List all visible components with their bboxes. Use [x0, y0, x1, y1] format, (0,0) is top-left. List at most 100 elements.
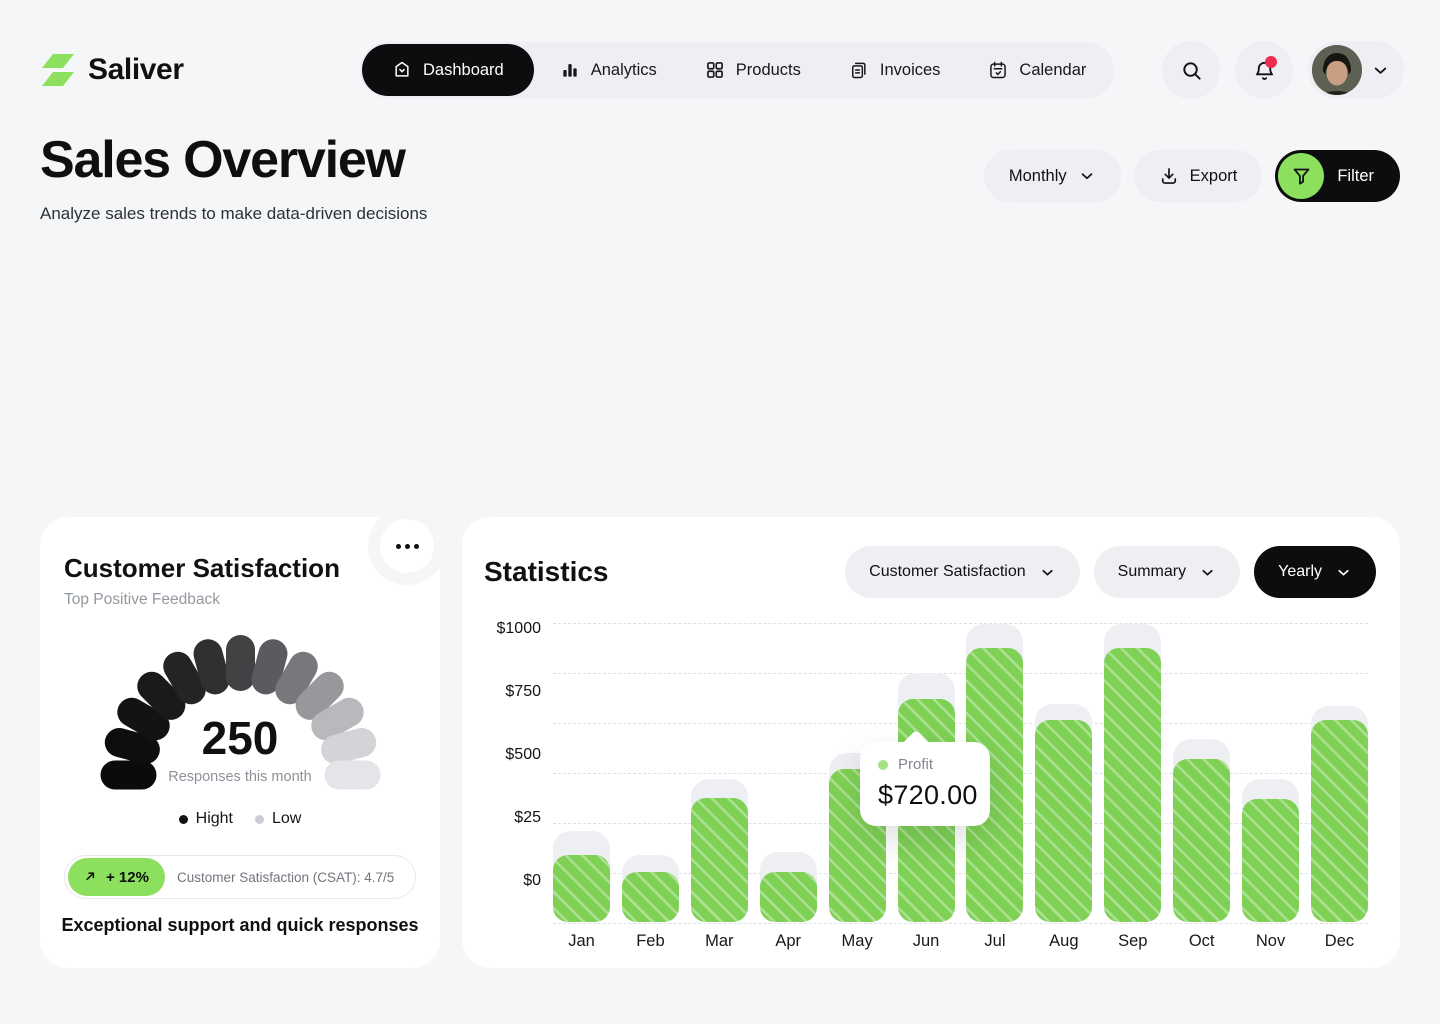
chart-bar-oct[interactable]: Oct: [1173, 517, 1230, 922]
nav-item-label: Products: [736, 61, 801, 80]
page-controls: Monthly Export Filter: [984, 150, 1400, 202]
customer-satisfaction-card: Customer Satisfaction Top Positive Feedb…: [40, 517, 440, 968]
brand-logo[interactable]: Saliver: [40, 52, 184, 88]
csat-score-text: Customer Satisfaction (CSAT): 4.7/5: [177, 870, 394, 885]
y-axis-tick: $25: [477, 809, 541, 827]
gauge-value: 250: [40, 711, 440, 765]
bar-fill: [553, 855, 610, 922]
chart-bar-feb[interactable]: Feb: [622, 517, 679, 922]
tooltip-series-label: Profit: [898, 756, 933, 773]
period-select[interactable]: Monthly: [984, 150, 1121, 202]
x-axis-label: Oct: [1189, 932, 1215, 951]
y-axis-tick: $500: [477, 746, 541, 764]
x-axis-label: Aug: [1049, 932, 1078, 951]
satisfaction-footnote: Exceptional support and quick responses: [40, 915, 440, 936]
home-icon: [392, 60, 412, 80]
chart-tooltip: Profit $720.00: [860, 742, 990, 826]
legend-hight: Hight: [179, 810, 233, 828]
satisfaction-card-title: Customer Satisfaction: [64, 553, 340, 584]
x-axis-label: Nov: [1256, 932, 1285, 951]
chevron-down-icon: [1078, 167, 1096, 185]
gauge-segment: [226, 635, 255, 691]
avatar: [1312, 45, 1362, 95]
legend-dot: [179, 815, 188, 824]
search-button[interactable]: [1162, 41, 1220, 99]
nav-item-analytics[interactable]: Analytics: [538, 44, 679, 96]
main-nav: Dashboard Analytics Products Invoices Calend…: [360, 42, 1114, 98]
bar-fill: [760, 872, 817, 922]
trend-badge-label: + 12%: [106, 869, 149, 886]
y-axis-tick: $750: [477, 683, 541, 701]
x-axis-label: Feb: [636, 932, 664, 951]
bar-fill: [1104, 648, 1161, 922]
search-icon: [1180, 59, 1203, 82]
chart-bar-dec[interactable]: Dec: [1311, 517, 1368, 922]
chart-bar-nov[interactable]: Nov: [1242, 517, 1299, 922]
chart-bar-jul[interactable]: Jul: [966, 517, 1023, 922]
chart-bar-mar[interactable]: Mar: [691, 517, 748, 922]
nav-item-dashboard[interactable]: Dashboard: [362, 44, 534, 96]
filter-icon: [1278, 153, 1324, 199]
card-menu-button[interactable]: [380, 519, 434, 573]
gauge-legend: Hight Low: [40, 810, 440, 828]
y-axis-tick: $1000: [477, 620, 541, 638]
bar-fill: [1311, 720, 1368, 922]
y-axis-tick: $0: [477, 872, 541, 890]
nav-item-label: Dashboard: [423, 61, 504, 80]
nav-item-invoices[interactable]: Invoices: [827, 44, 963, 96]
grid-icon: [705, 60, 725, 80]
profit-bar-chart: JanFebMarAprMayJunJulAugSepOctNovDec Pro…: [462, 517, 1400, 968]
gridline: [553, 923, 1368, 924]
filter-button-label: Filter: [1337, 167, 1374, 186]
chart-bar-jun[interactable]: Jun: [898, 517, 955, 922]
notifications-button[interactable]: [1235, 41, 1293, 99]
x-axis-label: Dec: [1325, 932, 1354, 951]
bar-fill: [622, 872, 679, 922]
export-button[interactable]: Export: [1134, 150, 1263, 202]
nav-item-products[interactable]: Products: [683, 44, 823, 96]
satisfaction-card-subtitle: Top Positive Feedback: [64, 591, 220, 609]
nav-item-calendar[interactable]: Calendar: [966, 44, 1108, 96]
page-subtitle: Analyze sales trends to make data-driven…: [40, 204, 427, 224]
csat-summary: + 12% Customer Satisfaction (CSAT): 4.7/…: [64, 855, 416, 899]
nav-item-label: Analytics: [591, 61, 657, 80]
invoice-icon: [849, 60, 869, 80]
x-axis-label: May: [842, 932, 873, 951]
trend-badge: + 12%: [68, 858, 165, 896]
legend-dot: [255, 815, 264, 824]
arrow-up-right-icon: [84, 870, 99, 885]
x-axis-label: Jun: [913, 932, 940, 951]
notification-dot: [1265, 56, 1277, 68]
bar-fill: [1035, 720, 1092, 922]
export-button-label: Export: [1190, 167, 1238, 186]
chart-bar-aug[interactable]: Aug: [1035, 517, 1092, 922]
period-select-label: Monthly: [1009, 167, 1067, 186]
page-title: Sales Overview: [40, 130, 405, 190]
saliver-logo-icon: [40, 52, 76, 88]
x-axis-label: Jul: [984, 932, 1005, 951]
topbar-actions: [1162, 41, 1404, 99]
calendar-icon: [988, 60, 1008, 80]
nav-item-label: Invoices: [880, 61, 941, 80]
chart-bars: JanFebMarAprMayJunJulAugSepOctNovDec: [553, 517, 1368, 922]
bar-fill: [691, 798, 748, 922]
user-menu[interactable]: [1308, 41, 1404, 99]
tooltip-value: $720.00: [878, 780, 976, 811]
legend-low: Low: [255, 810, 301, 828]
chart-bar-jan[interactable]: Jan: [553, 517, 610, 922]
bar-chart-icon: [560, 60, 580, 80]
chart-bar-apr[interactable]: Apr: [760, 517, 817, 922]
x-axis-label: Sep: [1118, 932, 1147, 951]
filter-button[interactable]: Filter: [1275, 150, 1400, 202]
nav-item-label: Calendar: [1019, 61, 1086, 80]
x-axis-label: Jan: [568, 932, 595, 951]
download-icon: [1159, 166, 1179, 186]
bar-fill: [1242, 799, 1299, 922]
statistics-card: Statistics Customer Satisfaction Summary…: [462, 517, 1400, 968]
chevron-down-icon: [1371, 61, 1390, 80]
x-axis-label: Mar: [705, 932, 733, 951]
x-axis-label: Apr: [775, 932, 801, 951]
brand-name: Saliver: [88, 53, 184, 87]
chart-bar-sep[interactable]: Sep: [1104, 517, 1161, 922]
chart-bar-may[interactable]: May: [829, 517, 886, 922]
